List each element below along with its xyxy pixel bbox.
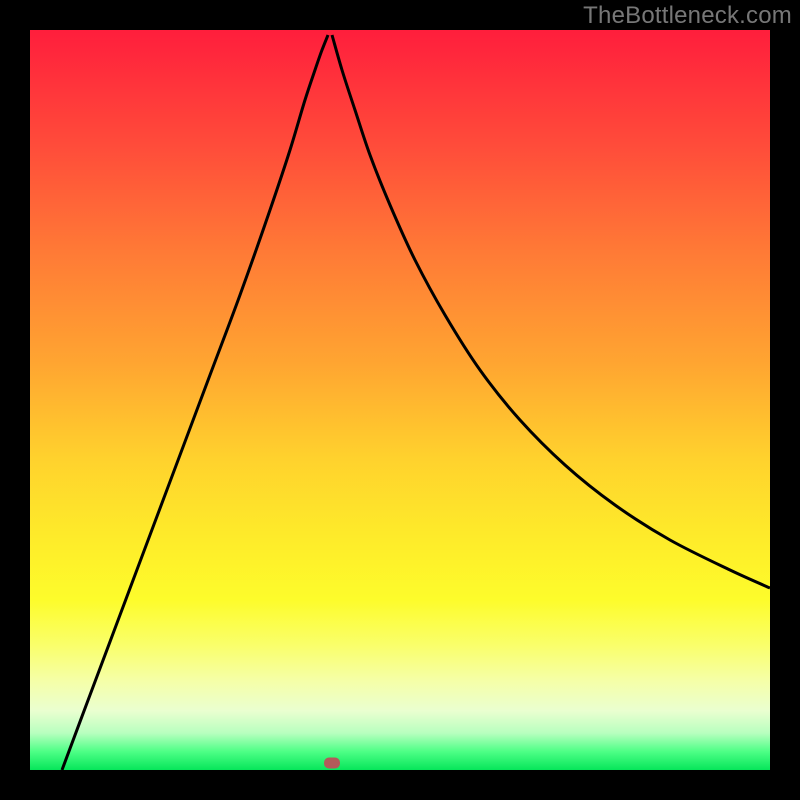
bottleneck-curve <box>30 30 770 770</box>
curve-left-branch <box>62 35 328 770</box>
optimal-point-marker <box>324 758 340 769</box>
chart-frame: TheBottleneck.com <box>0 0 800 800</box>
plot-area <box>30 30 770 770</box>
watermark-text: TheBottleneck.com <box>583 2 792 30</box>
curve-right-branch <box>332 35 770 588</box>
